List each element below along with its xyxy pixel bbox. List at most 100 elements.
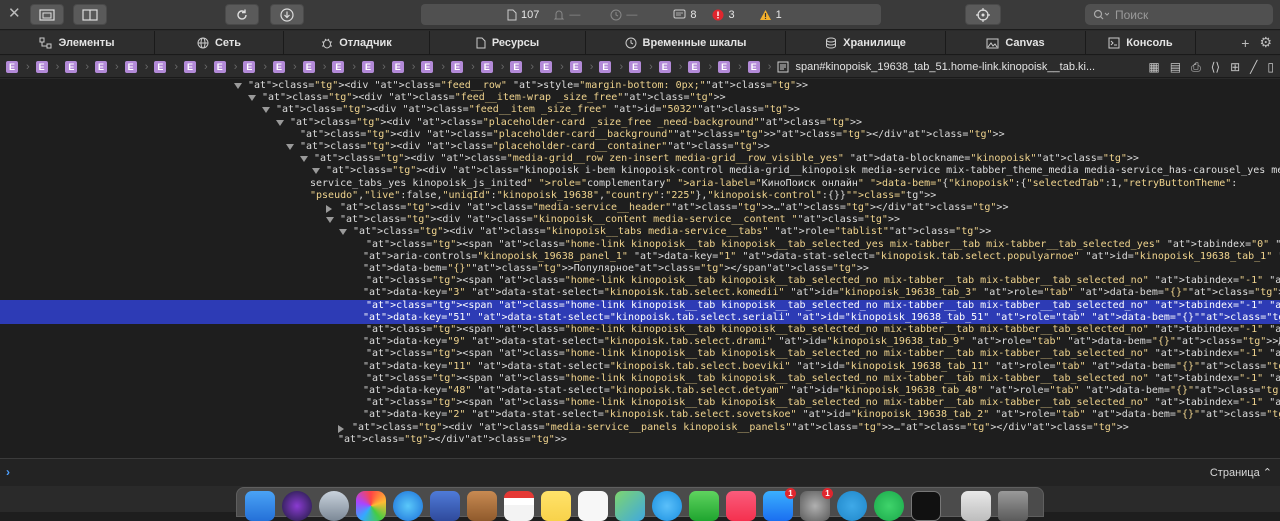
disclosure-open-icon[interactable] xyxy=(326,217,334,224)
breadcrumb-item[interactable]: E xyxy=(332,60,345,73)
reload-button[interactable] xyxy=(225,4,259,25)
breadcrumb-item[interactable]: E xyxy=(35,60,48,73)
dom-node-line[interactable]: "at">class="tg"></div"at">class="tg">> xyxy=(0,434,1280,446)
disclosure-open-icon[interactable] xyxy=(262,107,270,114)
breadcrumb-item[interactable]: E xyxy=(629,60,642,73)
finder-icon[interactable] xyxy=(245,491,275,521)
dock-side-button[interactable] xyxy=(73,4,107,25)
dom-node-line[interactable]: "at">class="tg"><div "at">class="feed__i… xyxy=(0,92,1280,104)
dom-node-line[interactable]: "at">class="tg"><div "at">class="media-s… xyxy=(0,202,1280,214)
trash-icon[interactable] xyxy=(998,491,1028,521)
dom-node-line[interactable]: "at">class="tg"><div "at">class="kinopoi… xyxy=(0,214,1280,226)
dom-node-line[interactable]: "at">data-key="2" "at">data-stat-select=… xyxy=(0,409,1280,421)
dom-node-line[interactable]: "at">data-key="11" "at">data-stat-select… xyxy=(0,361,1280,373)
dom-node-line[interactable]: "at">data-key="51" "at">data-stat-select… xyxy=(0,311,1280,324)
contacts-icon[interactable] xyxy=(467,491,497,521)
search-field[interactable]: Поиск xyxy=(1085,4,1273,25)
breadcrumb-item[interactable]: E xyxy=(6,60,18,73)
breadcrumb-item[interactable]: E xyxy=(599,60,612,73)
breadcrumb-item[interactable]: E xyxy=(480,60,493,73)
breadcrumb-item[interactable]: E xyxy=(65,60,78,73)
whatsapp-icon[interactable] xyxy=(874,491,904,521)
disclosure-open-icon[interactable] xyxy=(276,119,284,126)
tab-storage[interactable]: Хранилище xyxy=(786,31,946,55)
dom-node-line[interactable]: "at">data-key="9" "at">data-stat-select=… xyxy=(0,336,1280,348)
preview-icon[interactable] xyxy=(430,491,460,521)
sidebar-icon[interactable]: ▯ xyxy=(1267,60,1274,74)
breadcrumb-item[interactable]: E xyxy=(718,60,731,73)
disclosure-open-icon[interactable] xyxy=(312,168,320,175)
tab-console[interactable]: Консоль xyxy=(1086,31,1196,55)
reminders-icon[interactable] xyxy=(578,491,608,521)
breadcrumb-item[interactable]: E xyxy=(124,60,137,73)
dom-node-line[interactable]: "at">class="tg"><span "at">class="home-l… xyxy=(0,348,1280,360)
telegram-icon[interactable] xyxy=(837,491,867,521)
dom-node-line[interactable]: "at">data-key="3" "at">data-stat-select=… xyxy=(0,287,1280,299)
dom-node-line[interactable]: "at">class="tg"><span "at">class="home-l… xyxy=(0,239,1280,251)
breadcrumb-item[interactable]: E xyxy=(421,60,434,73)
tab-elements[interactable]: Элементы xyxy=(0,31,155,55)
breadcrumb-item[interactable]: E xyxy=(273,60,286,73)
undock-button[interactable] xyxy=(30,4,64,25)
code-icon[interactable]: ⟨⟩ xyxy=(1211,60,1220,74)
dom-node-line[interactable]: "at">class="tg"><div "at">class="placeho… xyxy=(0,129,1280,141)
breadcrumb-item-current[interactable]: span#kinopoisk_19638_tab_51.home-link.ki… xyxy=(777,61,1095,73)
siri-icon[interactable] xyxy=(282,491,312,521)
dom-node-line[interactable]: "at">class="tg"><span "at">class="home-l… xyxy=(0,299,1280,312)
disclosure-open-icon[interactable] xyxy=(234,83,242,89)
downloads-folder-icon[interactable] xyxy=(961,491,991,521)
photos-icon[interactable] xyxy=(356,491,386,521)
breadcrumb-item[interactable]: E xyxy=(243,60,256,73)
music-icon[interactable] xyxy=(726,491,756,521)
dom-node-line[interactable]: "at">data-key="48" "at">data-stat-select… xyxy=(0,385,1280,397)
execution-context-selector[interactable]: Страница ⌃ xyxy=(1210,466,1272,479)
resources-count[interactable]: 107 xyxy=(507,9,539,21)
dom-node-line[interactable]: "at">class="tg"><div "at">class="placeho… xyxy=(0,117,1280,129)
breadcrumb-item[interactable]: E xyxy=(747,60,760,73)
messages-icon[interactable] xyxy=(652,491,682,521)
dom-tree[interactable]: "at">class="tg"><div "at">class="feed__r… xyxy=(0,79,1280,458)
maps-icon[interactable] xyxy=(615,491,645,521)
disclosure-closed-icon[interactable] xyxy=(326,205,332,213)
log-count[interactable]: 8 xyxy=(673,9,696,21)
breadcrumb-item[interactable]: E xyxy=(658,60,671,73)
launchpad-icon[interactable] xyxy=(319,491,349,521)
breadcrumb-item[interactable]: E xyxy=(362,60,375,73)
breadcrumb-item[interactable]: E xyxy=(569,60,582,73)
disclosure-open-icon[interactable] xyxy=(300,156,308,163)
disclosure-open-icon[interactable] xyxy=(286,144,294,150)
dom-node-line[interactable]: "at">class="tg"><span "at">class="home-l… xyxy=(0,275,1280,287)
breadcrumb-item[interactable]: E xyxy=(184,60,197,73)
gear-icon[interactable]: ⚙ xyxy=(1259,34,1272,51)
safari-icon[interactable] xyxy=(393,491,423,521)
dom-node-line[interactable]: "at">class="tg"><span "at">class="home-l… xyxy=(0,373,1280,385)
download-button[interactable] xyxy=(270,4,304,25)
breadcrumb-item[interactable]: E xyxy=(510,60,523,73)
tab-resources[interactable]: Ресурсы xyxy=(430,31,586,55)
dom-node-line[interactable]: "at">class="tg"><div "at">class="placeho… xyxy=(0,141,1280,153)
breadcrumb-item[interactable]: E xyxy=(95,60,108,73)
disclosure-open-icon[interactable] xyxy=(339,229,347,236)
notes-icon[interactable] xyxy=(541,491,571,521)
dom-node-line[interactable]: "at">class="tg"><div "at">class="feed__i… xyxy=(0,104,1280,116)
add-tab-icon[interactable]: + xyxy=(1241,35,1249,51)
breadcrumb-item[interactable]: E xyxy=(451,60,464,73)
dom-node-line[interactable]: "at">class="tg"><div "at">class="kinopoi… xyxy=(0,165,1280,177)
print-icon[interactable]: ⎙ xyxy=(1191,60,1201,75)
breadcrumb-item[interactable]: E xyxy=(302,60,315,73)
disclosure-open-icon[interactable] xyxy=(248,95,256,102)
console-prompt-area[interactable]: › Страница ⌃ xyxy=(0,458,1280,486)
calendar-icon[interactable] xyxy=(504,491,534,521)
app-store-icon[interactable]: 1 xyxy=(763,488,796,521)
disclosure-closed-icon[interactable] xyxy=(338,424,344,433)
terminal-icon[interactable] xyxy=(911,491,941,521)
breadcrumb-item[interactable]: E xyxy=(391,60,404,73)
dom-node-line[interactable]: service_tabs_yes kinopoisk_js_inited" ">… xyxy=(0,178,1280,190)
warning-count[interactable]: 1 xyxy=(759,9,782,21)
tab-timelines[interactable]: Временные шкалы xyxy=(586,31,786,55)
error-count[interactable]: 3 xyxy=(712,9,735,21)
box-model-icon[interactable]: ▤ xyxy=(1170,60,1181,74)
breadcrumb-item[interactable]: E xyxy=(154,60,167,73)
facetime-icon[interactable] xyxy=(689,491,719,521)
breadcrumb-item[interactable]: E xyxy=(213,60,226,73)
